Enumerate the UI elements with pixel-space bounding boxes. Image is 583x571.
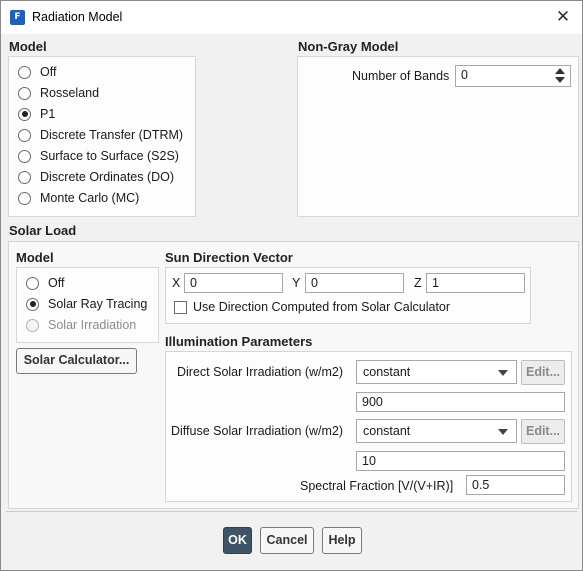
help-button[interactable]: Help [322,527,362,554]
diffuse-irradiation-method-select[interactable]: constant [356,419,517,443]
x-input[interactable]: 0 [184,273,283,293]
model-option-label: Off [40,65,57,79]
diffuse-irradiation-input[interactable]: 10 [356,451,565,471]
z-input[interactable]: 1 [426,273,525,293]
title-bar: F Radiation Model ✕ [1,1,582,34]
use-calculator-direction-checkbox[interactable] [174,301,187,314]
sun-direction-title: Sun Direction Vector [165,250,293,265]
sun-direction-panel: X 0 Y 0 Z 1 Use Direction Computed from … [165,267,531,324]
model-section-title: Model [9,39,47,54]
radio-button[interactable] [18,107,31,121]
spectral-fraction-label: Spectral Fraction [V/(V+IR)] [300,479,454,493]
model-option-label: Surface to Surface (S2S) [40,149,179,163]
y-label: Y [292,276,301,290]
direct-irradiation-method-select[interactable]: constant [356,360,517,384]
model-option-mc[interactable]: Monte Carlo (MC) [18,189,139,207]
use-calculator-direction-label: Use Direction Computed from Solar Calcul… [193,300,451,314]
radio-button[interactable] [18,65,31,79]
radio-button[interactable] [26,318,39,332]
number-of-bands-label: Number of Bands [352,69,450,83]
direct-method-value: constant [363,365,411,379]
chevron-down-icon [498,370,508,376]
radio-button[interactable] [18,170,31,184]
model-option-s2s[interactable]: Surface to Surface (S2S) [18,147,179,165]
chevron-down-icon [498,429,508,435]
spinner-icon[interactable] [553,66,567,86]
radio-button[interactable] [18,191,31,205]
radio-button[interactable] [18,128,31,142]
solar-option-off[interactable]: Off [26,274,64,292]
footer-divider [6,511,577,512]
model-option-label: Rosseland [40,86,100,100]
solar-option-irradiation[interactable]: Solar Irradiation [26,316,136,334]
diffuse-method-value: constant [363,424,411,438]
dialog-content: Model Off Rosseland P1 Discrete Transfer… [1,34,582,570]
window-title: Radiation Model [32,10,123,24]
diffuse-edit-button[interactable]: Edit... [521,419,565,444]
illumination-title: Illumination Parameters [165,334,313,349]
solar-calculator-button[interactable]: Solar Calculator... [16,348,137,374]
model-option-label: P1 [40,107,56,121]
radiation-model-dialog: F Radiation Model ✕ Model Off Rosseland … [0,0,583,571]
non-gray-panel: Number of Bands 0 [297,56,579,217]
spin-down-icon[interactable] [555,77,565,83]
model-option-off[interactable]: Off [18,63,56,81]
radio-button[interactable] [18,86,31,100]
direct-irradiation-input[interactable]: 900 [356,392,565,412]
direct-irradiation-label: Direct Solar Irradiation (w/m2) [177,365,344,379]
x-label: X [172,276,181,290]
y-input[interactable]: 0 [305,273,404,293]
radio-button[interactable] [26,297,39,311]
number-of-bands-input[interactable]: 0 [455,65,571,87]
solar-load-section-title: Solar Load [9,223,77,238]
model-option-label: Discrete Ordinates (DO) [40,170,175,184]
diffuse-irradiation-label: Diffuse Solar Irradiation (w/m2) [171,424,344,438]
solar-option-label: Off [48,276,65,290]
solar-option-label: Solar Irradiation [48,318,137,332]
model-option-label: Monte Carlo (MC) [40,191,140,205]
model-option-p1[interactable]: P1 [18,105,55,123]
spectral-fraction-input[interactable]: 0.5 [466,475,565,495]
solar-load-panel: Model Off Solar Ray Tracing Solar Irradi… [8,241,579,509]
model-option-label: Discrete Transfer (DTRM) [40,128,184,142]
illumination-panel: Direct Solar Irradiation (w/m2) constant… [165,351,572,502]
ok-button[interactable]: OK [223,527,252,554]
model-option-dtrm[interactable]: Discrete Transfer (DTRM) [18,126,183,144]
close-icon[interactable]: ✕ [550,5,576,29]
model-options-panel: Off Rosseland P1 Discrete Transfer (DTRM… [8,56,196,217]
direct-edit-button[interactable]: Edit... [521,360,565,385]
radio-button[interactable] [18,149,31,163]
number-of-bands-value: 0 [461,68,468,82]
non-gray-section-title: Non-Gray Model [298,39,399,54]
radio-button[interactable] [26,276,39,290]
solar-model-title: Model [16,250,54,265]
z-label: Z [414,276,422,290]
app-icon: F [10,10,25,25]
cancel-button[interactable]: Cancel [260,527,314,554]
spin-up-icon[interactable] [555,68,565,74]
solar-option-ray-tracing[interactable]: Solar Ray Tracing [26,295,147,313]
solar-option-label: Solar Ray Tracing [48,297,148,311]
model-option-rosseland[interactable]: Rosseland [18,84,99,102]
solar-model-panel: Off Solar Ray Tracing Solar Irradiation [16,267,159,343]
model-option-do[interactable]: Discrete Ordinates (DO) [18,168,174,186]
